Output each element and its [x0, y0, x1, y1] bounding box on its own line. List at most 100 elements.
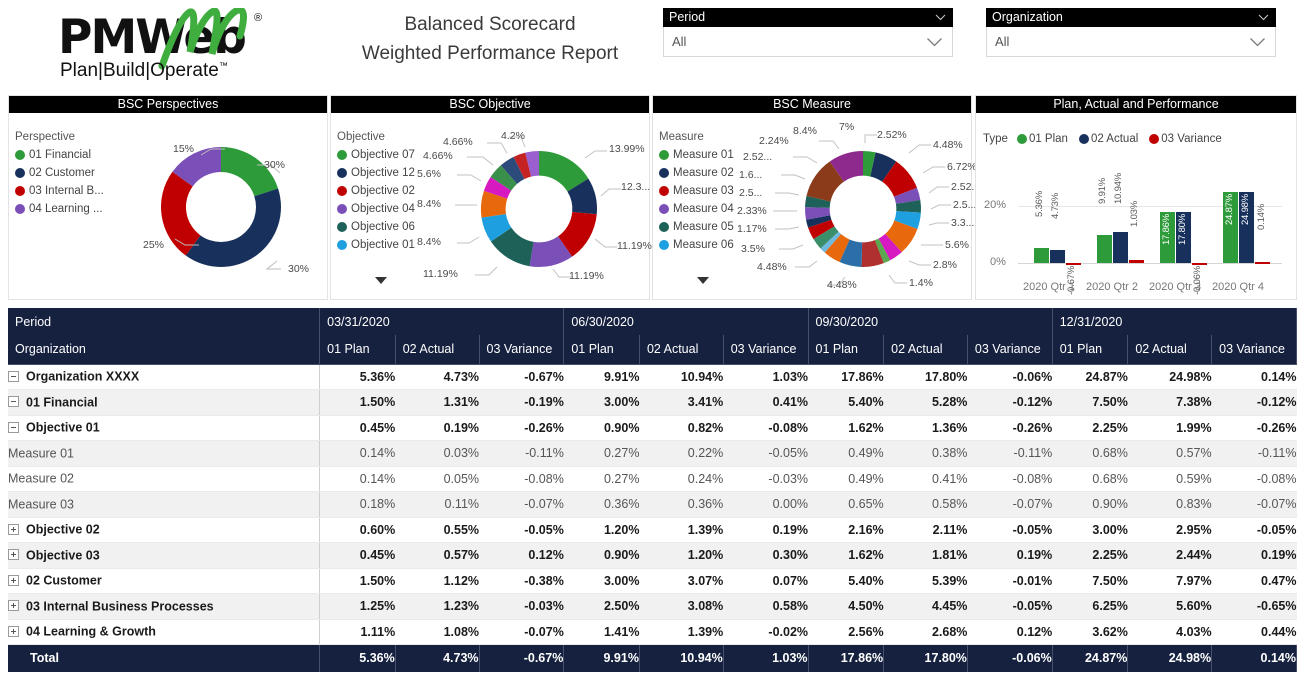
column-header-plan[interactable]: 01 Plan — [319, 335, 396, 365]
legend-item[interactable]: Measure 02 — [659, 164, 734, 182]
column-header-plan[interactable]: 01 Plan — [808, 335, 885, 365]
organization-slicer-value-box[interactable]: All — [986, 27, 1276, 57]
legend-item[interactable]: Objective 06 — [337, 218, 415, 236]
table-row[interactable]: Measure 01 0.14% 0.03% -0.11% 0.27% 0.22% -0.0… — [8, 440, 1297, 467]
legend-item[interactable]: Objective 04 — [337, 200, 415, 218]
row-label-cell[interactable]: Objective 02 — [8, 517, 321, 543]
row-label-cell[interactable]: Measure 03 — [8, 491, 321, 518]
period-slicer[interactable]: Period All — [663, 8, 953, 57]
row-label-cell[interactable]: 01 Financial — [8, 389, 321, 416]
column-header-actual[interactable]: 02 Actual — [1127, 335, 1213, 365]
bar-variance[interactable] — [1129, 260, 1144, 263]
table-row[interactable]: Measure 02 0.14% 0.05% -0.08% 0.27% 0.24% -0.0… — [8, 466, 1297, 492]
table-cell-value: 1.81% — [883, 542, 968, 569]
period-header-label[interactable]: Period — [8, 308, 321, 335]
period-group-header[interactable]: 06/30/2020 — [563, 308, 809, 335]
legend-item[interactable]: Objective 02 — [337, 182, 415, 200]
bar-variance[interactable] — [1066, 263, 1081, 265]
legend-item[interactable]: 02 Actual — [1078, 133, 1138, 145]
row-label: 02 Customer — [26, 574, 102, 589]
table-cell-value: -0.08% — [1211, 466, 1297, 492]
period-slicer-value-box[interactable]: All — [663, 27, 953, 57]
legend-scroll-down-icon[interactable] — [373, 275, 389, 285]
legend-item[interactable]: 01 Financial — [15, 146, 104, 164]
table-cell-value: 2.25% — [1052, 415, 1128, 441]
row-label-cell[interactable]: Organization XXXX — [8, 364, 321, 390]
column-header-actual[interactable]: 02 Actual — [639, 335, 724, 365]
organization-slicer[interactable]: Organization All — [986, 8, 1276, 57]
table-row[interactable]: 01 Financial 1.50% 1.31% -0.19% 3.00% 3.41% 0.… — [8, 389, 1297, 416]
expand-row-icon[interactable] — [8, 600, 19, 612]
table-row[interactable]: Objective 02 0.60% 0.55% -0.05% 1.20% 1.39% 0.… — [8, 517, 1297, 543]
column-header-actual[interactable]: 02 Actual — [883, 335, 968, 365]
donut-data-label: 4.48% — [757, 261, 787, 273]
legend-item[interactable]: Measure 04 — [659, 200, 734, 218]
table-row[interactable]: 04 Learning & Growth 1.11% 1.08% -0.07% 1.41… — [8, 619, 1297, 645]
row-label-cell[interactable]: 03 Internal Business Processes — [8, 593, 321, 620]
legend-item[interactable]: 03 Variance — [1149, 133, 1222, 145]
bar-plan[interactable] — [1097, 235, 1112, 263]
column-header-actual[interactable]: 02 Actual — [395, 335, 480, 365]
expand-row-icon[interactable] — [8, 625, 19, 637]
table-row[interactable]: 03 Internal Business Processes 1.25% 1.23%… — [8, 593, 1297, 620]
period-group-header[interactable]: 03/31/2020 — [319, 308, 565, 335]
legend-item[interactable]: Measure 01 — [659, 146, 734, 164]
legend-item[interactable]: 03 Internal B... — [15, 182, 104, 200]
bar-actual[interactable] — [1050, 250, 1065, 263]
legend-scroll-down-icon[interactable] — [695, 275, 711, 285]
column-header-variance[interactable]: 03 Variance — [967, 335, 1053, 365]
expand-row-icon[interactable] — [8, 523, 19, 535]
table-row[interactable]: Objective 03 0.45% 0.57% 0.12% 0.90% 1.20% 0.3… — [8, 542, 1297, 569]
collapse-row-icon[interactable] — [8, 370, 19, 382]
row-label-cell[interactable]: 04 Learning & Growth — [8, 619, 321, 645]
expand-row-icon[interactable] — [8, 549, 19, 561]
row-label-cell[interactable]: 02 Customer — [8, 568, 321, 594]
table-row[interactable]: Organization XXXX 5.36% 4.73% -0.67% 9.91% 10… — [8, 364, 1297, 390]
legend-item[interactable]: Measure 03 — [659, 182, 734, 200]
column-header-variance[interactable]: 03 Variance — [479, 335, 565, 365]
period-group-header[interactable]: 12/31/2020 — [1052, 308, 1298, 335]
chevron-down-icon[interactable] — [926, 37, 943, 48]
table-cell-value: 0.05% — [395, 466, 480, 492]
bar-actual[interactable] — [1113, 232, 1128, 263]
chevron-down-icon[interactable] — [1249, 37, 1266, 48]
table-row[interactable]: Measure 03 0.18% 0.11% -0.07% 0.36% 0.36% 0.00… — [8, 491, 1297, 518]
period-group-header[interactable]: 09/30/2020 — [808, 308, 1053, 335]
perspectives-donut-chart[interactable]: 30% 30% 25% 15% — [143, 135, 324, 300]
legend-item[interactable]: Objective 01 — [337, 236, 415, 254]
legend-item[interactable]: Measure 05 — [659, 218, 734, 236]
bar-plan[interactable] — [1034, 248, 1049, 263]
row-label-cell[interactable]: Measure 02 — [8, 466, 321, 492]
row-label-cell[interactable]: Objective 01 — [8, 415, 321, 441]
donut-data-label: 12.3... — [621, 181, 651, 193]
legend-item[interactable]: Objective 07 — [337, 146, 415, 164]
collapse-row-icon[interactable] — [8, 396, 19, 408]
row-label-cell[interactable]: Objective 03 — [8, 542, 321, 569]
table-cell-value: 0.60% — [319, 517, 396, 543]
table-cell-value: -0.05% — [967, 517, 1053, 543]
column-header-plan[interactable]: 01 Plan — [563, 335, 640, 365]
legend-item[interactable]: 02 Customer — [15, 164, 104, 182]
table-cell-value: -0.26% — [967, 415, 1053, 441]
bar-variance[interactable] — [1255, 262, 1270, 264]
row-label-cell[interactable]: Measure 01 — [8, 440, 321, 467]
bar-variance[interactable] — [1192, 263, 1207, 265]
expand-row-icon[interactable] — [8, 574, 19, 586]
table-row[interactable]: 02 Customer 1.50% 1.12% -0.38% 3.00% 3.07% 0.0… — [8, 568, 1297, 594]
table-cell-value: 0.12% — [967, 619, 1053, 645]
organization-header-label[interactable]: Organization — [8, 335, 321, 365]
table-cell-value: 24.87% — [1052, 364, 1128, 390]
column-header-variance[interactable]: 03 Variance — [1211, 335, 1297, 365]
legend-item[interactable]: Objective 12 — [337, 164, 415, 182]
column-header-plan[interactable]: 01 Plan — [1052, 335, 1129, 365]
table-row[interactable]: Objective 01 0.45% 0.19% -0.26% 0.90% 0.82% -0… — [8, 415, 1297, 441]
column-header-variance[interactable]: 03 Variance — [723, 335, 809, 365]
legend-swatch-icon — [1016, 134, 1027, 144]
plan-actual-performance-card: Plan, Actual and Performance Type 01 Pla… — [975, 95, 1297, 300]
collapse-row-icon[interactable] — [8, 421, 19, 433]
measure-donut-chart[interactable]: 2.52% 4.48% 6.72% 2.52... 2.5... 3.3... … — [737, 121, 980, 304]
objective-donut-chart[interactable]: 13.99% 12.3... 11.19% 11.19% 11.19% 8.4%… — [417, 127, 652, 304]
legend-item[interactable]: 04 Learning ... — [15, 200, 104, 218]
legend-item[interactable]: 01 Plan — [1016, 133, 1068, 145]
legend-item[interactable]: Measure 06 — [659, 236, 734, 254]
